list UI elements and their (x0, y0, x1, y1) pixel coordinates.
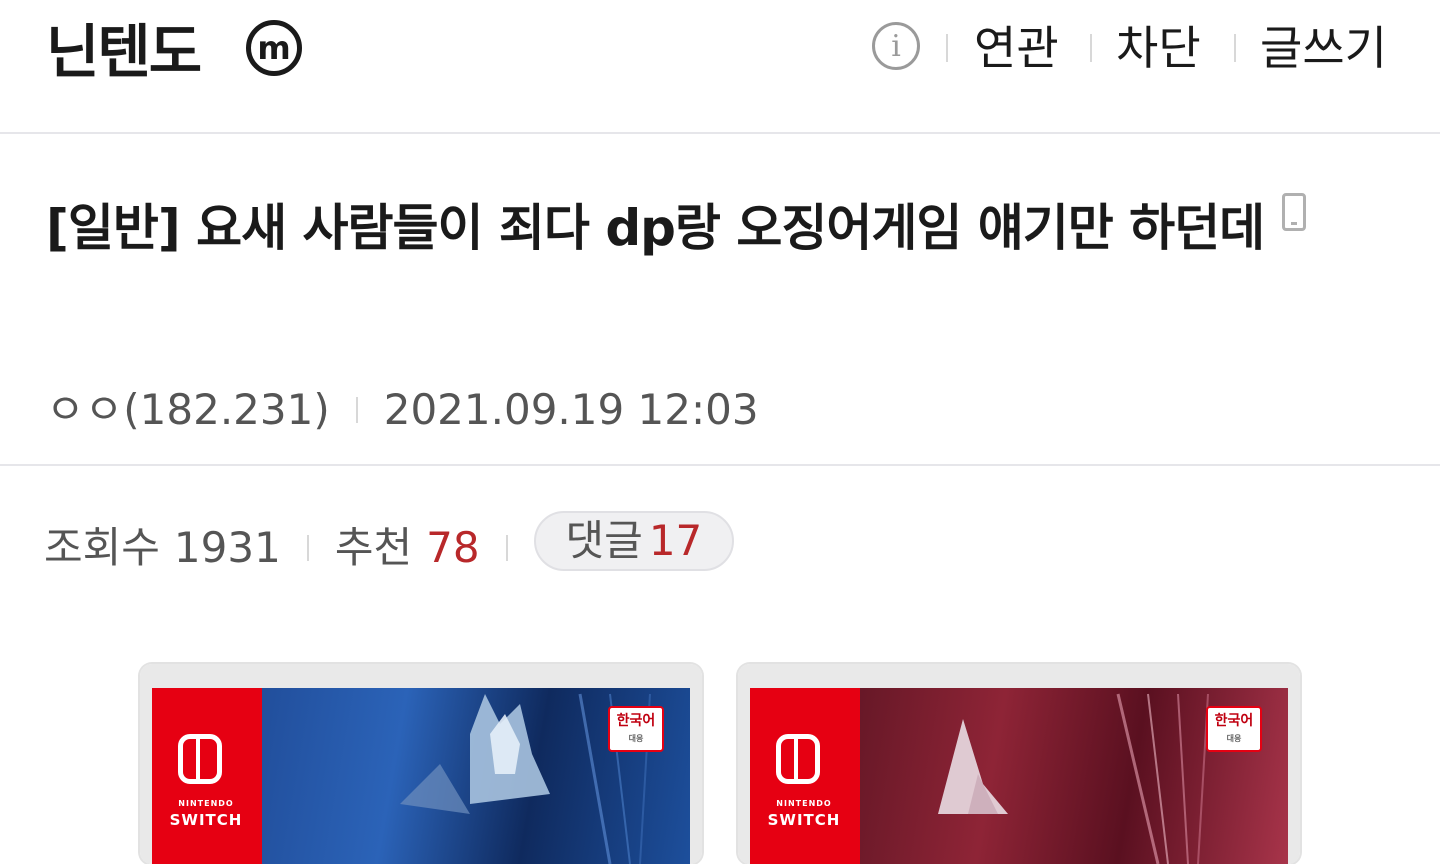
divider (355, 397, 358, 423)
write-link[interactable]: 글쓰기 (1260, 16, 1387, 80)
recommend-label: 추천 (334, 523, 413, 572)
post-header: [일반] 요새 사람들이 죄다 dp랑 오징어게임 얘기만 하던데 ㅇㅇ(182… (0, 136, 1440, 466)
switch-label-text: SWITCH (169, 811, 243, 829)
lang-badge-text: 한국어 (616, 713, 656, 729)
gallery-header: 닌텐도 m i 연관 차단 글쓰기 (0, 0, 1440, 134)
game-cover-image-2[interactable]: NINTENDO SWITCH 한국어 대응 (738, 664, 1300, 864)
korean-language-badge: 한국어 대응 (1206, 706, 1262, 752)
minor-gallery-badge-icon: m (246, 20, 302, 76)
switch-label-text: SWITCH (767, 811, 841, 829)
game-cover-image-1[interactable]: NINTENDO SWITCH 한국어 대응 (140, 664, 702, 864)
comments-count: 17 (648, 516, 703, 565)
switch-small-label: NINTENDO (776, 799, 832, 808)
switch-banner: NINTENDO SWITCH (750, 688, 860, 864)
gallery-title[interactable]: 닌텐도 (46, 12, 202, 92)
post-title-text: [일반] 요새 사람들이 죄다 dp랑 오징어게임 얘기만 하던데 (46, 199, 1265, 257)
switch-small-label: NINTENDO (178, 799, 234, 808)
divider (505, 535, 508, 561)
post-date: 2021.09.19 12:03 (383, 385, 759, 434)
lang-badge-sub: 대응 (628, 734, 644, 743)
author-name[interactable]: ㅇㅇ(182.231) (46, 382, 330, 438)
related-link[interactable]: 연관 (974, 16, 1059, 80)
comments-button[interactable]: 댓글 17 (533, 511, 735, 571)
block-link[interactable]: 차단 (1116, 16, 1201, 80)
views-label: 조회수 (44, 523, 160, 572)
nintendo-switch-logo-icon (776, 734, 820, 784)
switch-banner: NINTENDO SWITCH (152, 688, 262, 864)
info-icon[interactable]: i (872, 22, 920, 70)
recommend-count: 78 (426, 523, 480, 572)
divider (1234, 34, 1236, 62)
switch-label: NINTENDO SWITCH (166, 796, 246, 828)
divider (306, 535, 309, 561)
post-title: [일반] 요새 사람들이 죄다 dp랑 오징어게임 얘기만 하던데 (46, 180, 1406, 276)
nintendo-switch-logo-icon (178, 734, 222, 784)
korean-language-badge: 한국어 대응 (608, 706, 664, 752)
lang-badge-text: 한국어 (1214, 713, 1254, 729)
lang-badge-sub: 대응 (1226, 734, 1242, 743)
post-meta: ㅇㅇ(182.231) 2021.09.19 12:03 (46, 382, 759, 438)
switch-label: NINTENDO SWITCH (764, 796, 844, 828)
comments-label: 댓글 (565, 516, 643, 565)
divider (946, 34, 948, 62)
mobile-post-icon (1282, 193, 1307, 231)
post-stats: 조회수 1931 추천 78 댓글 17 (44, 511, 735, 580)
divider (1090, 34, 1092, 62)
views-count: 1931 (173, 523, 281, 572)
